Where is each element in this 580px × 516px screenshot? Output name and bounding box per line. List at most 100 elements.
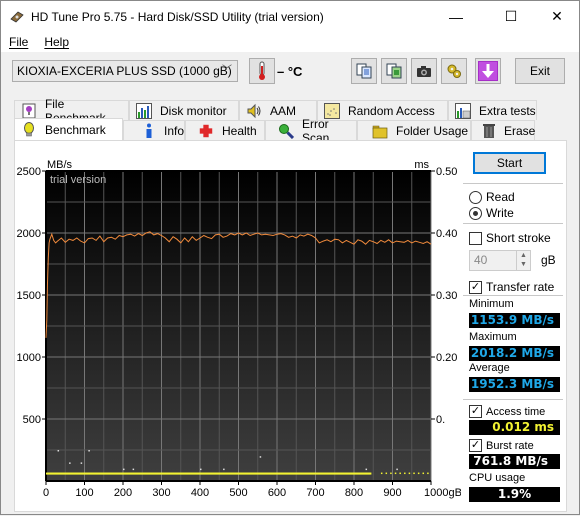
- divider: [463, 183, 563, 184]
- close-icon: ✕: [551, 8, 563, 24]
- access-time-point: [369, 472, 372, 475]
- short-stroke-value: 40: [474, 253, 488, 267]
- read-radio[interactable]: Read: [469, 190, 515, 204]
- y-left-tick-label: 1500: [17, 290, 41, 302]
- x-tick-label: 700: [306, 487, 324, 499]
- short-stroke-unit: gB: [541, 253, 556, 267]
- checkmark-icon: ✓: [469, 405, 482, 418]
- transfer-rate-checkbox[interactable]: ✓ Transfer rate: [469, 280, 554, 294]
- tab-label: Extra tests: [479, 103, 536, 118]
- close-button[interactable]: ✕: [534, 1, 580, 32]
- maximize-icon: ☐: [504, 8, 518, 24]
- save-button[interactable]: [475, 58, 501, 84]
- access-time-point: [399, 472, 401, 475]
- trash-icon: [482, 123, 496, 139]
- access-time-point: [417, 472, 420, 475]
- write-label: Write: [486, 206, 514, 220]
- y-left-tick-label: 2500: [17, 166, 41, 178]
- download-arrow-icon: [478, 61, 498, 81]
- average-value: 1952.3 MB/s: [469, 377, 560, 392]
- access-time-outlier: [396, 468, 398, 471]
- access-time-point: [408, 472, 411, 475]
- access-time-outlier: [259, 456, 262, 458]
- write-radio[interactable]: Write: [469, 206, 514, 220]
- x-tick-label: 0: [43, 487, 49, 499]
- access-time-point: [380, 472, 383, 475]
- checkmark-icon: ✓: [469, 439, 482, 452]
- burst-rate-checkbox[interactable]: ✓ Burst rate: [469, 439, 534, 452]
- exit-button[interactable]: Exit: [515, 58, 565, 84]
- y-right-tick-label: 0.30: [436, 290, 457, 302]
- app-window: HD Tune Pro 5.75 - Hard Disk/SSD Utility…: [0, 0, 580, 515]
- x-tick-label: 900: [383, 487, 401, 499]
- write-radio-indicator: [469, 206, 482, 220]
- y-left-tick-label: 500: [23, 414, 41, 426]
- access-time-point: [385, 472, 388, 475]
- x-tick-label: 600: [268, 487, 286, 499]
- burst-rate-label: Burst rate: [486, 439, 534, 452]
- access-time-point: [422, 472, 425, 475]
- access-time-point: [413, 472, 415, 475]
- short-stroke-label: Short stroke: [486, 231, 551, 245]
- access-time-point: [390, 472, 392, 475]
- read-radio-indicator: [469, 190, 482, 204]
- access-time-point: [404, 472, 406, 475]
- checkmark-icon: ✓: [469, 280, 482, 294]
- x-tick-label: 500: [229, 487, 247, 499]
- access-time-value: 0.012 ms: [469, 420, 560, 435]
- tab-label: Erase: [504, 123, 536, 138]
- tab-benchmark[interactable]: Benchmark: [14, 118, 123, 140]
- y-axis-left-label: MB/s: [47, 159, 73, 171]
- benchmark-chart: trial version MB/s ms 250020001500100050…: [17, 159, 461, 499]
- divider: [463, 223, 563, 224]
- access-time-outlier: [123, 468, 125, 471]
- short-stroke-spinner[interactable]: 40 ▲ ▼: [469, 250, 531, 271]
- x-tick-label: 200: [114, 487, 132, 499]
- y-left-tick-label: 1000: [17, 352, 41, 364]
- lightbulb-icon: [21, 121, 37, 138]
- access-time-outlier: [132, 468, 135, 471]
- x-tick-label: 400: [191, 487, 209, 499]
- transfer-rate-label: Transfer rate: [486, 280, 555, 294]
- burst-rate-value: 761.8 MB/s: [469, 454, 560, 469]
- y-right-tick-label: 0.20: [436, 352, 457, 364]
- access-time-outlier: [365, 468, 368, 471]
- access-time-outlier: [223, 468, 225, 471]
- x-tick-label: 100: [75, 487, 93, 499]
- access-time-label: Access time: [486, 405, 546, 418]
- tab-label: Benchmark: [45, 122, 106, 137]
- y-right-tick-label: 0.40: [436, 228, 457, 240]
- maximum-value: 2018.2 MB/s: [469, 346, 560, 361]
- tab-erase[interactable]: Erase: [471, 120, 535, 140]
- y-right-tick-label: 0.: [436, 414, 445, 426]
- trial-watermark: trial version: [50, 174, 106, 186]
- grid-lines: [45, 170, 432, 482]
- y-left-tick-label: 2000: [17, 228, 41, 240]
- read-label: Read: [486, 190, 515, 204]
- maximize-button[interactable]: ☐: [488, 1, 534, 32]
- x-tick-label: 300: [152, 487, 170, 499]
- divider: [463, 399, 563, 400]
- short-stroke-checkbox-box: [469, 231, 482, 245]
- access-time-outlier: [80, 462, 83, 464]
- access-time-outlier: [88, 450, 90, 452]
- tab-extra-tests[interactable]: Extra tests: [448, 100, 537, 120]
- cpu-usage-label: CPU usage: [469, 472, 526, 484]
- access-time-outlier: [69, 462, 71, 464]
- y-axis-right-label: ms: [414, 159, 429, 171]
- access-time-point: [427, 472, 429, 475]
- divider: [463, 295, 563, 296]
- minimum-label: Minimum: [469, 298, 514, 310]
- access-time-outlier: [200, 468, 202, 471]
- access-time-checkbox[interactable]: ✓ Access time: [469, 405, 545, 418]
- access-time-point: [394, 472, 397, 475]
- average-label: Average: [469, 362, 510, 374]
- access-time-outlier: [57, 450, 60, 452]
- y-right-tick-label: 0.50: [436, 166, 457, 178]
- cpu-usage-value: 1.9%: [469, 487, 560, 502]
- minimum-value: 1153.9 MB/s: [469, 313, 560, 328]
- spinner-arrows-icon[interactable]: ▲ ▼: [516, 251, 530, 270]
- short-stroke-checkbox[interactable]: Short stroke: [469, 231, 551, 245]
- x-tick-label: 800: [345, 487, 363, 499]
- start-button[interactable]: Start: [473, 152, 546, 174]
